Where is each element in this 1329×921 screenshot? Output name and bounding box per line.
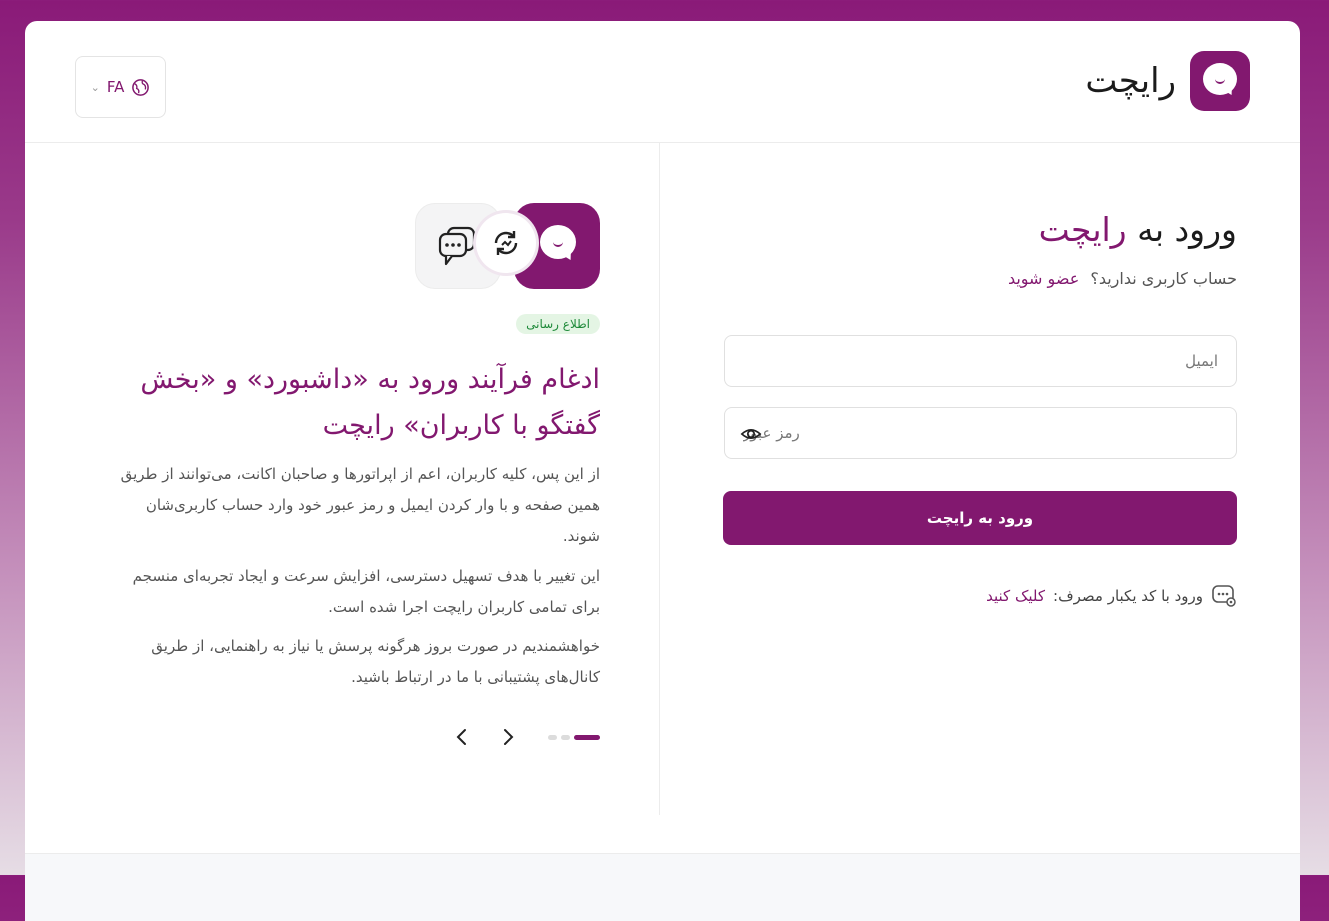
feature-icons: [415, 203, 600, 289]
slide-dot[interactable]: [548, 735, 557, 740]
login-card: رایچت ⌄ FA ورود به رایچت حساب کاربری ندا…: [25, 21, 1300, 921]
login-button[interactable]: ورود به رایچت: [723, 491, 1237, 545]
otp-link[interactable]: کلیک کنید: [986, 587, 1045, 605]
header: رایچت ⌄ FA: [25, 21, 1300, 143]
slide-dot[interactable]: [574, 735, 600, 740]
sync-icon: [476, 213, 536, 273]
globe-icon: [132, 78, 150, 96]
email-input[interactable]: [725, 336, 1236, 386]
language-code: FA: [106, 78, 125, 96]
password-field[interactable]: [724, 407, 1237, 459]
announcement-paragraph: این تغییر با هدف تسهیل دسترسی، افزایش سر…: [132, 567, 600, 616]
announcement-badge: اطلاع رسانی: [516, 314, 600, 334]
footer-strip: [25, 853, 1300, 921]
otp-chat-icon: [1212, 585, 1236, 607]
language-selector[interactable]: ⌄ FA: [75, 56, 166, 118]
chevron-left-icon[interactable]: [450, 725, 474, 749]
announcement-paragraph: از این پس، کلیه کاربران، اعم از اپراتوره…: [120, 465, 600, 545]
announcement-title: ادغام فرآیند ورود به «داشبورد» و «بخش گف…: [140, 364, 600, 441]
email-field[interactable]: [724, 335, 1237, 387]
chevron-down-icon: ⌄: [90, 80, 100, 94]
otp-login: ورود با کد یکبار مصرف: کلیک کنید: [986, 583, 1237, 609]
chevron-right-icon[interactable]: [496, 725, 520, 749]
eye-icon[interactable]: [740, 423, 762, 445]
slider-pagination: [548, 735, 600, 740]
column-divider: [659, 143, 660, 815]
otp-text: ورود با کد یکبار مصرف:: [1053, 587, 1203, 605]
signup-prompt: حساب کاربری ندارید؟ عضو شوید: [1008, 269, 1237, 288]
page-title: ورود به رایچت: [1038, 210, 1237, 249]
raychat-logo-icon: [1190, 51, 1250, 111]
brand[interactable]: رایچت: [1085, 51, 1250, 111]
brand-name: رایچت: [1085, 61, 1176, 101]
slide-dot[interactable]: [561, 735, 570, 740]
signup-link[interactable]: عضو شوید: [1008, 269, 1079, 288]
no-account-text: حساب کاربری ندارید؟: [1090, 269, 1237, 288]
announcement-paragraph: خواهشمندیم در صورت بروز هرگونه پرسش یا ن…: [151, 637, 600, 686]
password-input[interactable]: [725, 408, 1236, 458]
